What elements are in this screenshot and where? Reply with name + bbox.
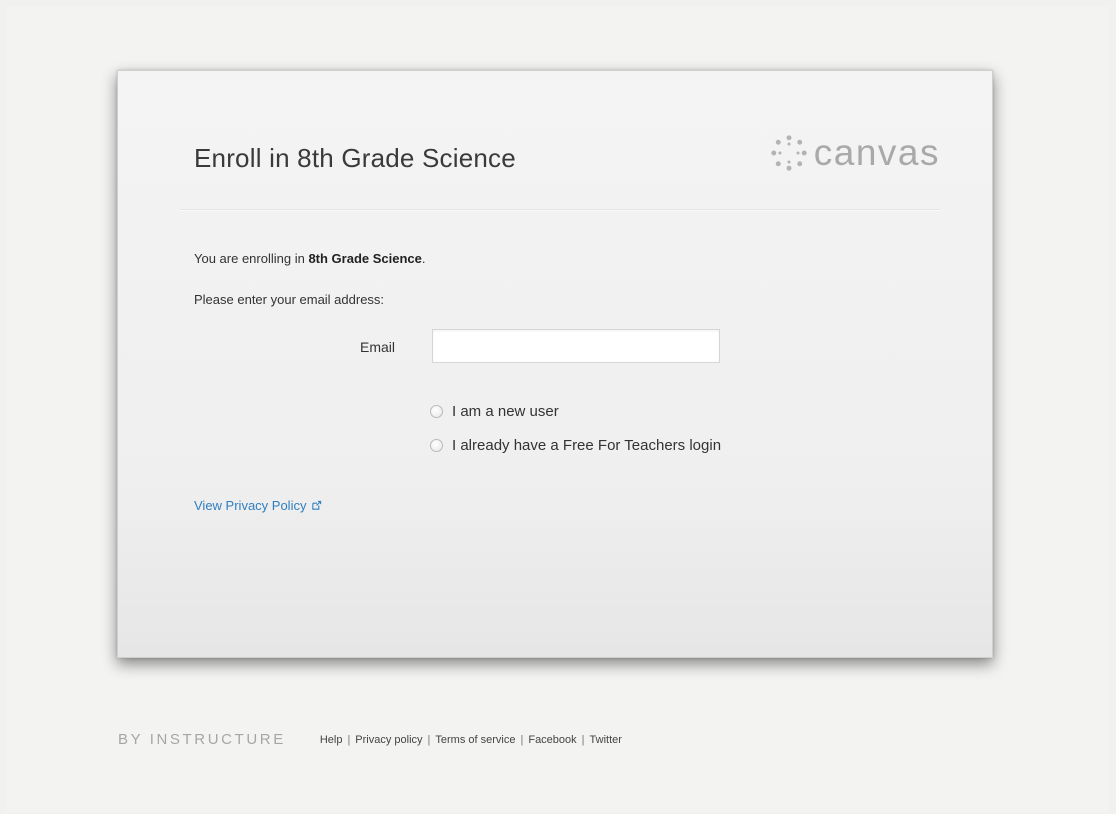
canvas-logo: canvas <box>770 132 940 173</box>
footer-link-facebook[interactable]: Facebook <box>528 734 576 746</box>
new-user-label[interactable]: I am a new user <box>452 403 559 420</box>
intro-course-name: 8th Grade Science <box>308 251 422 266</box>
new-user-radio[interactable] <box>430 405 443 418</box>
intro-prefix: You are enrolling in <box>194 251 309 266</box>
existing-login-label[interactable]: I already have a Free For Teachers login <box>452 437 721 454</box>
radio-option-existing-login[interactable]: I already have a Free For Teachers login <box>430 437 721 454</box>
enroll-intro: You are enrolling in 8th Grade Science. <box>194 251 426 266</box>
radio-option-new-user[interactable]: I am a new user <box>430 403 559 420</box>
footer: BY INSTRUCTURE Help | Privacy policy | T… <box>118 731 622 748</box>
card-header: Enroll in 8th Grade Science canvas <box>180 109 940 210</box>
footer-link-twitter[interactable]: Twitter <box>590 734 622 746</box>
footer-link-help[interactable]: Help <box>320 734 343 746</box>
privacy-link-label[interactable]: View Privacy Policy <box>194 498 306 513</box>
footer-separator: | <box>427 733 431 746</box>
instructure-brand: BY INSTRUCTURE <box>118 731 286 748</box>
footer-separator: | <box>520 733 524 746</box>
logo-text: canvas <box>813 132 940 173</box>
external-link-icon <box>312 500 322 510</box>
email-input[interactable] <box>432 329 720 363</box>
footer-link-privacy-policy[interactable]: Privacy policy <box>355 734 422 746</box>
email-prompt: Please enter your email address: <box>194 292 385 307</box>
footer-link-terms-of-service[interactable]: Terms of service <box>435 734 515 746</box>
email-label: Email <box>360 339 396 355</box>
enroll-card: Enroll in 8th Grade Science canvas You a… <box>117 70 993 658</box>
footer-separator: | <box>347 733 351 746</box>
existing-login-radio[interactable] <box>430 439 443 452</box>
intro-suffix: . <box>421 251 426 266</box>
canvas-logo-icon <box>771 135 807 171</box>
view-privacy-policy-link[interactable]: View Privacy Policy <box>194 498 322 513</box>
footer-separator: | <box>581 733 585 746</box>
footer-links: Help | Privacy policy | Terms of service… <box>320 734 622 746</box>
page-title: Enroll in 8th Grade Science <box>194 143 516 173</box>
